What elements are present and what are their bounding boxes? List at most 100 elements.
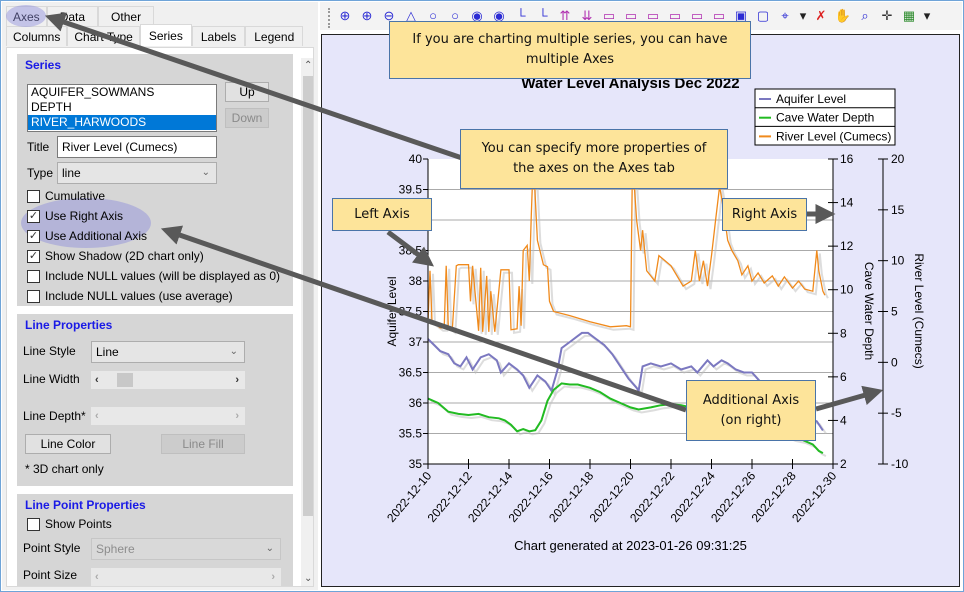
checkbox-cumulative[interactable] <box>27 190 40 203</box>
series-title-input[interactable]: River Level (Cumecs) <box>57 136 217 158</box>
legend-item-label[interactable]: River Level (Cumecs) <box>776 129 891 143</box>
series-listbox[interactable]: AQUIFER_SOWMANS DEPTH RIVER_HARWOODS <box>27 84 217 132</box>
additional-axis-label: River Level (Cumecs) <box>912 253 926 368</box>
additional-axis-tick-label: 10 <box>891 254 905 268</box>
tab-columns[interactable]: Columns <box>6 26 68 46</box>
tab-chart-type[interactable]: Chart Type <box>67 26 140 46</box>
toolbar-grip[interactable] <box>328 8 332 28</box>
checkbox-label: Include NULL values (use average) <box>45 289 233 303</box>
line-color-button[interactable]: Line Color <box>25 434 111 454</box>
callout-axes-tab: You can specify more properties of the a… <box>460 129 728 189</box>
right-axis-tick-label: 16 <box>840 152 854 166</box>
slider-thumb[interactable] <box>117 373 133 387</box>
scrollbar-thumb[interactable] <box>303 76 313 516</box>
left-axis-tick-label: 39.5 <box>399 183 423 197</box>
rotate-y-icon[interactable]: ⊕ <box>358 7 376 25</box>
point-style-value: Sphere <box>96 542 135 556</box>
zoom-select-icon[interactable]: ⌕ <box>856 7 874 25</box>
series-group-title: Series <box>25 58 62 72</box>
series-list-item[interactable]: AQUIFER_SOWMANS <box>28 85 216 100</box>
line-point-properties-title: Line Point Properties <box>25 498 146 512</box>
axes-3d-icon[interactable]: ⌖ <box>776 7 794 25</box>
scroll-right-icon[interactable]: › <box>235 371 239 389</box>
checkbox-include-null-values-use-average[interactable] <box>27 290 40 303</box>
line-fill-button[interactable]: Line Fill <box>161 434 245 454</box>
chart-svg: Water Level Analysis Dec 2022Chart gener… <box>384 75 926 553</box>
scroll-left-icon[interactable]: ‹ <box>95 371 99 389</box>
tab-data[interactable]: Data <box>46 6 99 26</box>
scroll-down-icon[interactable]: ⌄ <box>304 573 312 584</box>
series-group: Series AQUIFER_SOWMANS DEPTH RIVER_HARWO… <box>17 54 293 306</box>
callout-left-axis: Left Axis <box>332 198 432 231</box>
checkbox-use-right-axis[interactable]: ✓ <box>27 210 40 223</box>
additional-axis-tick-label: 5 <box>891 305 898 319</box>
cube-2d-icon[interactable]: ▢ <box>754 7 772 25</box>
line-style-select[interactable]: Line ⌄ <box>91 341 245 363</box>
line-properties-title: Line Properties <box>25 318 113 332</box>
additional-axis-tick-label: -5 <box>891 406 902 420</box>
chart-footer: Chart generated at 2023-01-26 09:31:25 <box>514 538 747 553</box>
callout-additional-axis-line1: Additional Axis <box>702 392 800 408</box>
legend-item-label[interactable]: Cave Water Depth <box>776 111 874 125</box>
axes-tab-highlight <box>6 5 46 27</box>
3d-only-note: * 3D chart only <box>25 462 104 476</box>
rotate-x-icon[interactable]: ⊕ <box>336 7 354 25</box>
tab-labels[interactable]: Labels <box>191 26 246 46</box>
tab-legend[interactable]: Legend <box>245 26 304 46</box>
line-point-properties-group: Line Point Properties Show Points Point … <box>17 494 293 586</box>
properties-panel: Axes Data Other Columns Chart Type Serie… <box>2 2 318 590</box>
right-axis-tick-label: 14 <box>840 196 854 210</box>
point-style-select[interactable]: Sphere ⌄ <box>91 538 281 560</box>
panel-vertical-scrollbar[interactable]: ⌃ ⌄ <box>301 58 313 586</box>
series-type-select[interactable]: line ⌄ <box>57 162 217 184</box>
move-cursor-icon[interactable]: ✛ <box>878 7 896 25</box>
left-axis-tick-label: 37 <box>409 335 423 349</box>
series-list-item-selected[interactable]: RIVER_HARWOODS <box>28 115 216 130</box>
type-label: Type <box>27 166 54 180</box>
dropdown-icon[interactable]: ▾ <box>798 7 808 25</box>
show-points-label: Show Points <box>45 517 112 531</box>
left-axis-tick-label: 35.5 <box>399 427 423 441</box>
checkbox-show-shadow-2d-chart-only[interactable]: ✓ <box>27 250 40 263</box>
left-axis-label: Aquifer Level <box>385 276 399 346</box>
left-axis-tick-label: 38.5 <box>399 244 423 258</box>
callout-additional-axis: Additional Axis (on right) <box>686 380 816 441</box>
checkbox-label: Include NULL values (will be displayed a… <box>45 269 281 283</box>
pan-hand-icon[interactable]: ✋ <box>834 7 852 25</box>
left-axis-tick-label: 37.5 <box>399 305 423 319</box>
line-depth-slider[interactable]: ‹ › <box>91 407 245 425</box>
scroll-left-icon: ‹ <box>95 571 99 583</box>
scroll-up-icon[interactable]: ⌃ <box>304 60 312 71</box>
additional-axis-tick-label: -10 <box>891 457 909 471</box>
callout-additional-axis-line2: (on right) <box>720 412 782 428</box>
dropdown-icon[interactable]: ▾ <box>922 7 932 25</box>
checkbox-use-additional-axis[interactable]: ✓ <box>27 230 40 243</box>
scroll-left-icon: ‹ <box>95 410 99 422</box>
series-list-item[interactable]: DEPTH <box>28 100 216 115</box>
show-points-checkbox[interactable] <box>27 518 40 531</box>
tab-row-bottom: Columns Chart Type Series Labels Legend <box>6 24 304 46</box>
checkbox-label: Cumulative <box>45 189 106 203</box>
callout-multiple-axes: If you are charting multiple series, you… <box>389 21 751 79</box>
checkbox-include-null-values-will-be-displayed-as-0[interactable] <box>27 270 40 283</box>
left-axis-tick-label: 38 <box>409 274 423 288</box>
point-size-label: Point Size <box>23 568 78 582</box>
legend-item-label[interactable]: Aquifer Level <box>776 92 846 106</box>
point-size-slider[interactable]: ‹ › <box>91 568 281 586</box>
right-axis-tick-label: 10 <box>840 283 854 297</box>
line-depth-label: Line Depth* <box>23 409 86 423</box>
tab-other[interactable]: Other <box>98 6 155 26</box>
chart-image-icon[interactable]: ▦ <box>900 7 918 25</box>
reset-icon[interactable]: ✗ <box>812 7 830 25</box>
line-width-slider[interactable]: ‹ › <box>91 371 245 389</box>
tab-series[interactable]: Series <box>139 24 192 46</box>
title-label: Title <box>27 140 50 154</box>
chevron-down-icon: ⌄ <box>265 543 274 554</box>
move-down-button[interactable]: Down <box>225 108 269 128</box>
chevron-down-icon: ⌄ <box>201 167 210 178</box>
move-up-button[interactable]: Up <box>225 82 269 102</box>
checkbox-label: Show Shadow (2D chart only) <box>45 249 204 263</box>
chevron-down-icon: ⌄ <box>229 346 238 357</box>
additional-axis-tick-label: 20 <box>891 152 905 166</box>
checkbox-label: Use Right Axis <box>45 209 124 223</box>
